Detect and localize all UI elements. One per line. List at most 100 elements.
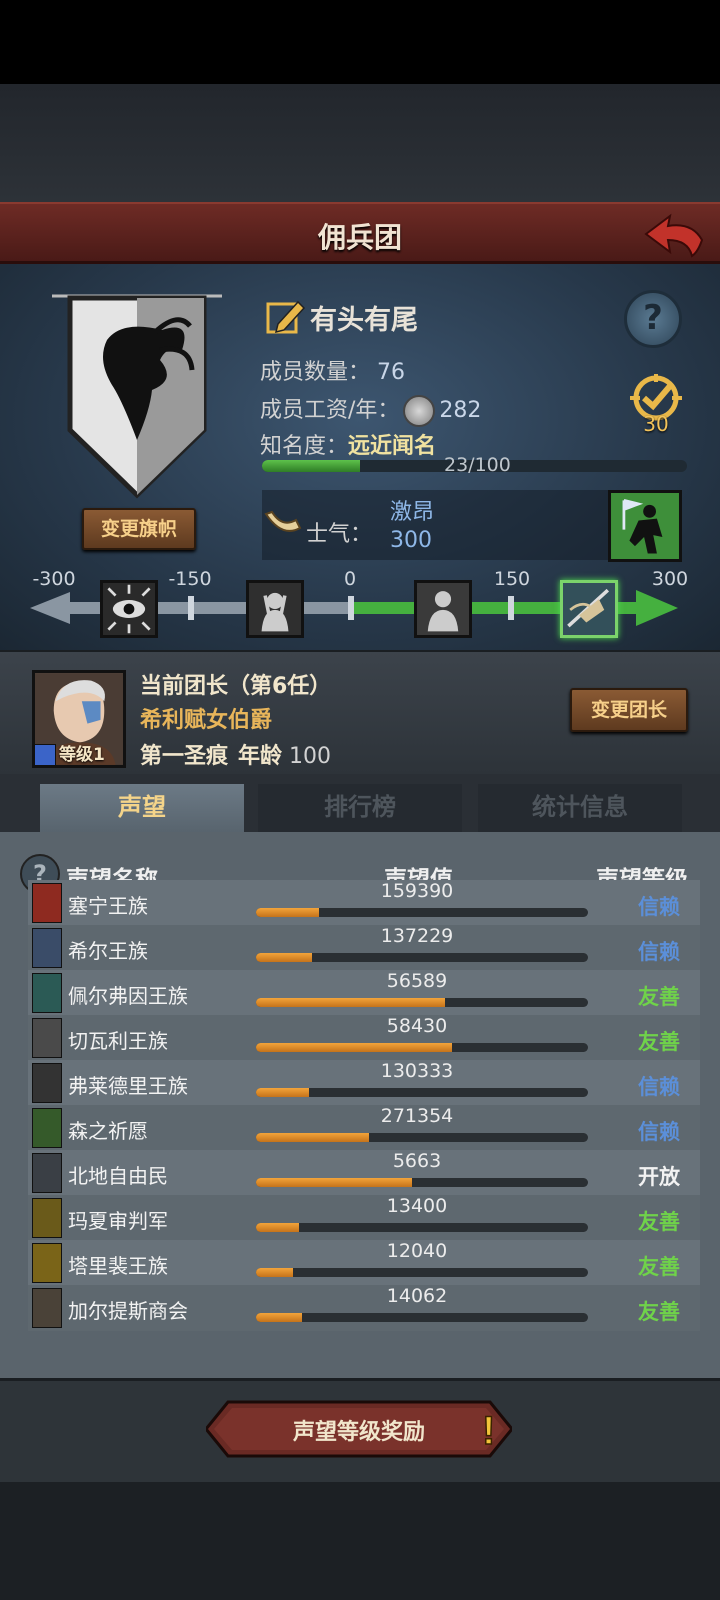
faction-emblem-icon	[32, 1108, 62, 1148]
morale-label: 士气：	[306, 522, 373, 547]
change-leader-button[interactable]: 变更团长	[570, 688, 688, 732]
faction-name: 希尔王族	[68, 939, 148, 963]
target-badge-value: 30	[643, 412, 669, 436]
reputation-level: 友善	[638, 1030, 680, 1054]
leader-trait: 第一圣痕	[140, 744, 229, 769]
table-row[interactable]: 佩尔弗因王族 56589 友善	[28, 970, 700, 1016]
leader-level-label: 等级1	[59, 745, 105, 765]
faction-name: 弗莱德里王族	[68, 1074, 188, 1098]
reputation-progress-bar	[256, 953, 588, 962]
morale-inspired-icon[interactable]	[560, 580, 618, 638]
company-banner-shield	[52, 294, 222, 499]
reputation-progress-bar	[256, 1088, 588, 1097]
leader-info: 第一圣痕 年龄 100	[140, 738, 331, 770]
reputation-level: 友善	[638, 1210, 680, 1234]
reputation-value: 13400	[386, 1195, 448, 1217]
reputation-progress-bar	[256, 1178, 588, 1187]
page-title: 佣兵团	[317, 221, 402, 254]
faction-emblem-icon	[32, 883, 62, 923]
table-row[interactable]: 加尔提斯商会 14062 友善	[28, 1285, 700, 1331]
wage-value: 282	[439, 398, 482, 423]
fame-label: 知名度：	[260, 434, 349, 459]
morale-panic-icon[interactable]	[100, 580, 158, 638]
help-button[interactable]: ?	[624, 290, 682, 348]
morale-charge-icon[interactable]	[608, 490, 682, 562]
reputation-progress-bar	[256, 1223, 588, 1232]
reputation-progress-bar	[256, 908, 588, 917]
leader-age-label: 年龄	[238, 744, 283, 769]
table-row[interactable]: 森之祈愿 271354 信赖	[28, 1105, 700, 1151]
reputation-value: 56589	[386, 970, 448, 992]
faction-name: 塞宁王族	[68, 894, 148, 918]
reputation-progress-bar	[256, 1268, 588, 1277]
fame-row: 知名度：远近闻名	[260, 428, 436, 460]
reputation-progress-fill	[256, 1268, 293, 1277]
status-bar-area	[0, 0, 720, 84]
horn-icon	[264, 510, 302, 532]
leader-age-value: 100	[289, 744, 332, 769]
members-value: 76	[377, 360, 406, 385]
faction-name: 塔里裴王族	[68, 1254, 168, 1278]
wage-row: 成员工资/年： 282	[260, 392, 481, 427]
tab-statistics[interactable]: 统计信息	[478, 784, 682, 832]
bottom-background	[0, 1482, 720, 1600]
morale-fear-icon[interactable]	[246, 580, 304, 638]
reputation-value: 159390	[380, 880, 454, 902]
back-button[interactable]	[642, 210, 706, 260]
tab-leaderboard[interactable]: 排行榜	[258, 784, 462, 832]
reputation-progress-bar	[256, 1313, 588, 1322]
reputation-value: 5663	[392, 1150, 442, 1172]
scale-label-0: 0	[343, 568, 357, 590]
faction-emblem-icon	[32, 1243, 62, 1283]
morale-calm-icon[interactable]	[414, 580, 472, 638]
company-name: 有头有尾	[310, 305, 418, 336]
reputation-level: 信赖	[638, 1075, 680, 1099]
table-row[interactable]: 北地自由民 5663 开放	[28, 1150, 700, 1196]
faction-emblem-icon	[32, 973, 62, 1013]
reputation-progress-fill	[256, 1088, 310, 1097]
faction-emblem-icon	[32, 1063, 62, 1103]
fame-progress-text: 23/100	[444, 454, 511, 476]
reputation-progress-fill	[256, 953, 313, 962]
leader-level: 等级1	[34, 740, 105, 766]
edit-name-icon[interactable]	[266, 298, 306, 336]
reputation-level: 开放	[638, 1165, 680, 1189]
reputation-level: 友善	[638, 1255, 680, 1279]
faction-emblem-icon	[32, 928, 62, 968]
reputation-progress-bar	[256, 1043, 588, 1052]
reputation-progress-fill	[256, 1313, 303, 1322]
reputation-level: 信赖	[638, 940, 680, 964]
leader-name: 希利赋女伯爵	[140, 708, 273, 733]
table-row[interactable]: 塞宁王族 159390 信赖	[28, 880, 700, 926]
faction-emblem-icon	[32, 1018, 62, 1058]
reputation-progress-fill	[256, 1178, 413, 1187]
faction-name: 玛夏审判军	[68, 1209, 168, 1233]
reputation-level: 信赖	[638, 895, 680, 919]
table-row[interactable]: 弗莱德里王族 130333 信赖	[28, 1060, 700, 1106]
reputation-value: 14062	[386, 1285, 448, 1307]
table-row[interactable]: 希尔王族 137229 信赖	[28, 925, 700, 971]
faction-name: 切瓦利王族	[68, 1029, 168, 1053]
fame-progress-fill	[262, 460, 360, 472]
morale-value: 300	[390, 528, 432, 553]
faction-name: 北地自由民	[68, 1164, 168, 1188]
tab-reputation[interactable]: 声望	[40, 784, 244, 832]
reputation-progress-fill	[256, 1223, 300, 1232]
scale-label-150: 150	[493, 568, 531, 590]
reputation-progress-fill	[256, 1133, 369, 1142]
change-flag-button[interactable]: 变更旗帜	[82, 508, 196, 550]
reputation-level: 友善	[638, 985, 680, 1009]
title-bar: 佣兵团	[0, 202, 720, 264]
top-background	[0, 84, 720, 202]
scale-label-300: 300	[651, 568, 689, 590]
reputation-value: 137229	[380, 925, 454, 947]
faction-emblem-icon	[32, 1153, 62, 1193]
scale-label-neg300: -300	[32, 568, 76, 590]
table-row[interactable]: 切瓦利王族 58430 友善	[28, 1015, 700, 1061]
table-row[interactable]: 玛夏审判军 13400 友善	[28, 1195, 700, 1241]
reputation-value: 130333	[380, 1060, 454, 1082]
faction-emblem-icon	[32, 1198, 62, 1238]
table-row[interactable]: 塔里裴王族 12040 友善	[28, 1240, 700, 1286]
reputation-progress-bar	[256, 1133, 588, 1142]
sword-icon	[34, 744, 56, 766]
